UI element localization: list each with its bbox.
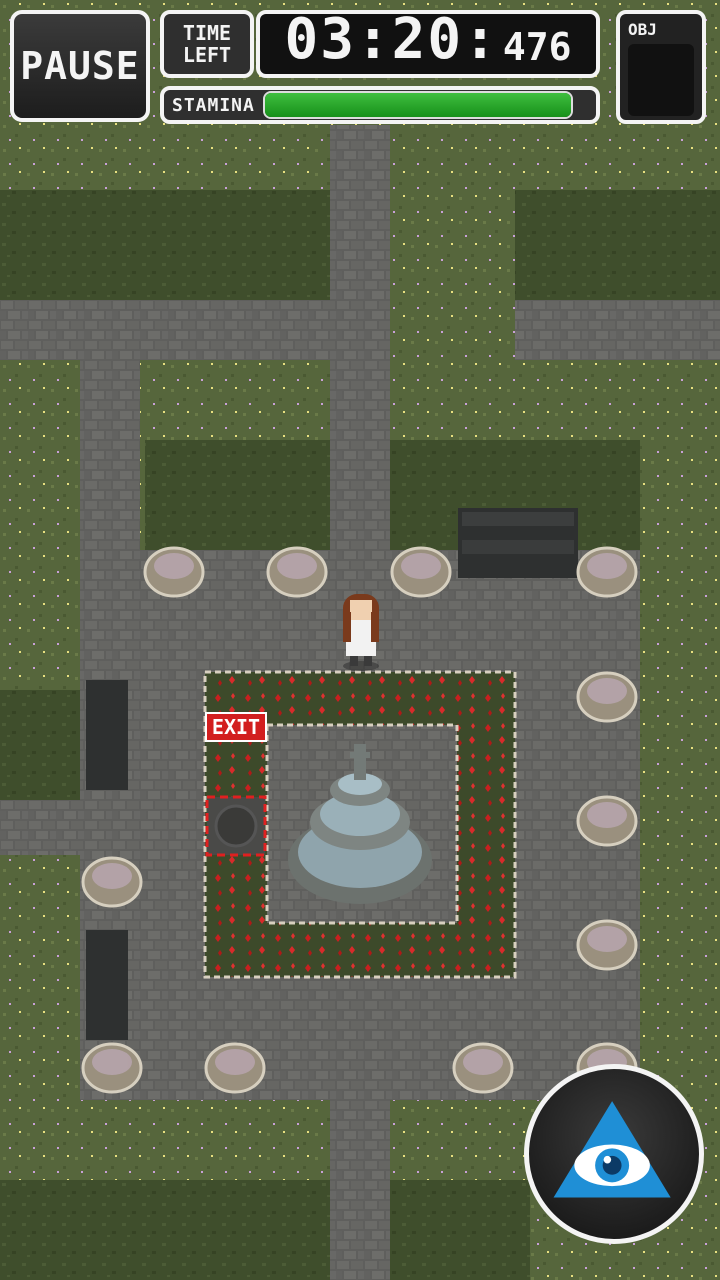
- countdown-timer: 03:20: 476: [256, 10, 600, 78]
- timer-milliseconds: 476: [502, 25, 572, 69]
- pause-button[interactable]: PAUSE: [10, 10, 150, 122]
- game-screen: EXIT PAUSE TIME LEFT 03:20: 476 STAMINA …: [0, 0, 720, 1280]
- time-label-line1: TIME: [182, 21, 232, 45]
- time-label-line2: LEFT: [182, 43, 232, 67]
- stamina-label: STAMINA: [172, 94, 255, 116]
- stamina-meter: STAMINA: [160, 86, 600, 124]
- vision-button[interactable]: [524, 1064, 704, 1244]
- exit-sign: EXIT: [205, 712, 267, 742]
- timer-main-digits: 03:20:: [284, 7, 499, 72]
- stamina-bar-track: [262, 91, 573, 119]
- stamina-bar-fill: [264, 93, 571, 117]
- all-seeing-eye-icon: [553, 1101, 671, 1198]
- time-left-label: TIME LEFT: [160, 10, 254, 78]
- objective-label: OBJ: [628, 20, 657, 39]
- objective-slot: [628, 44, 694, 116]
- objective-panel[interactable]: OBJ: [616, 10, 706, 124]
